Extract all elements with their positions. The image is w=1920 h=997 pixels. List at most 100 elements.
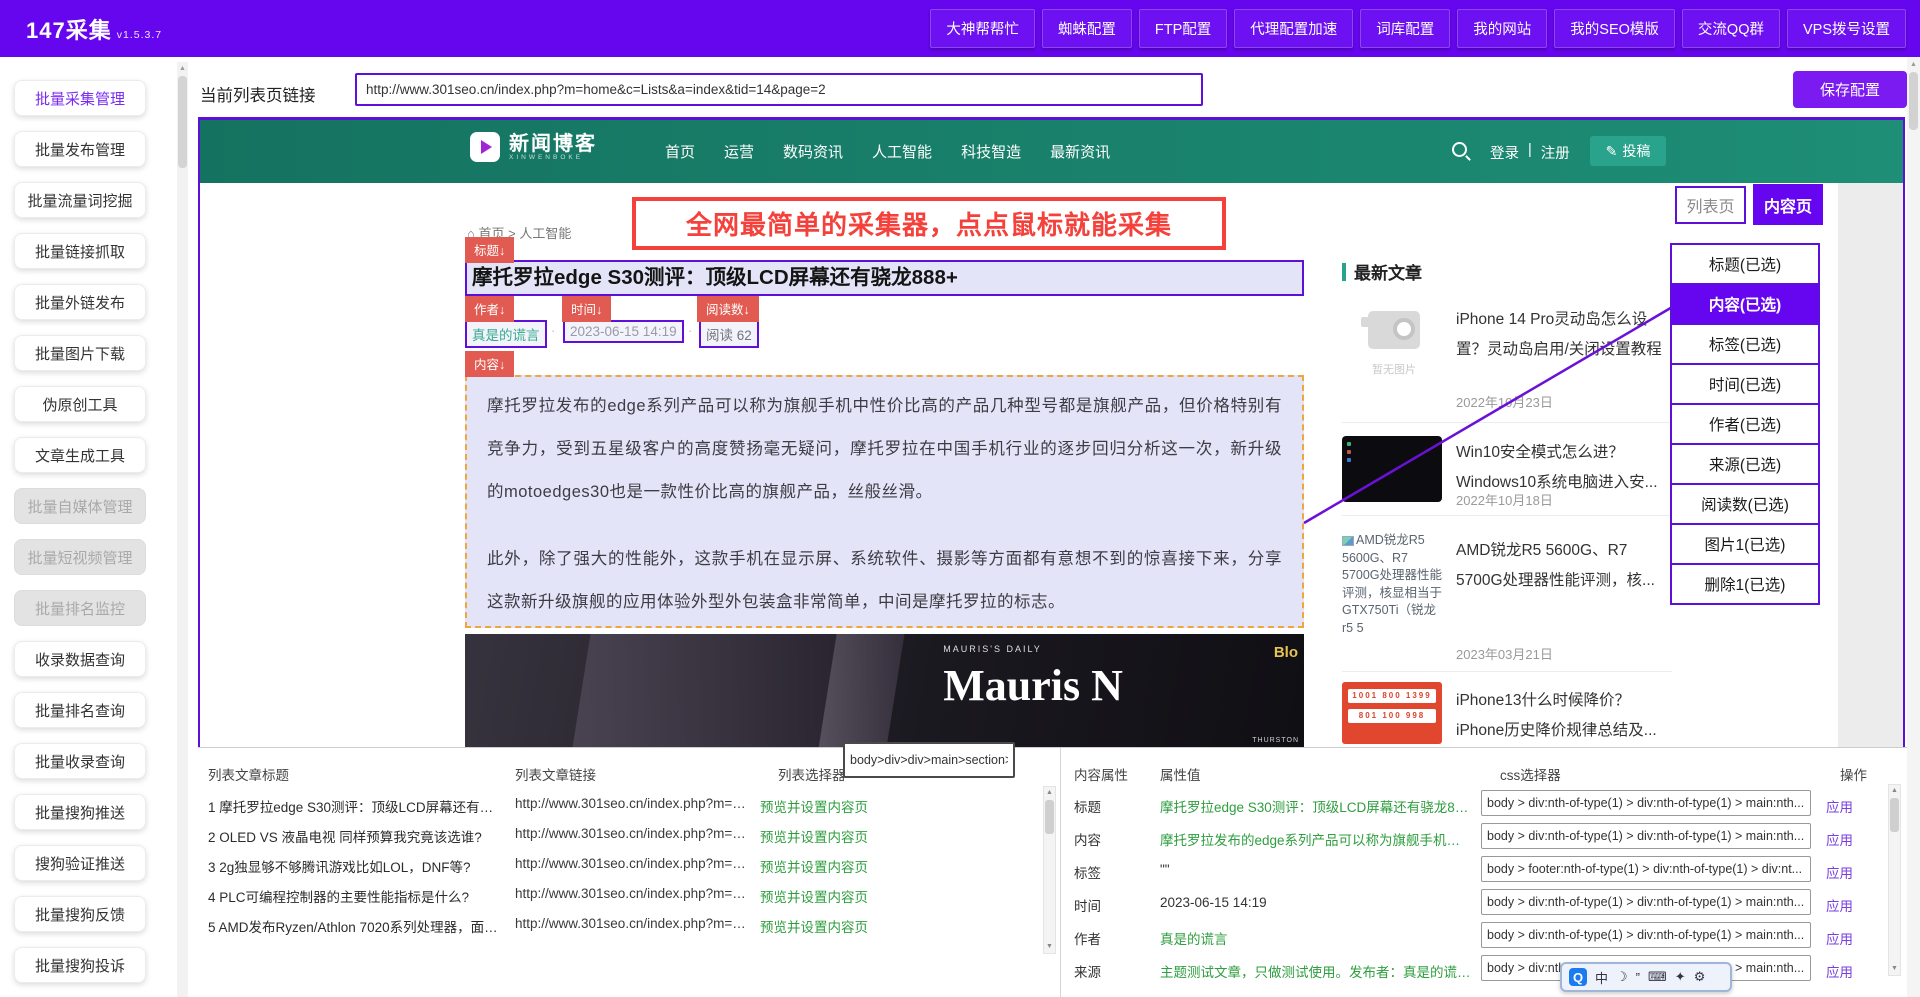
preview-set-content-link[interactable]: 预览并设置内容页 [760, 796, 868, 816]
scroll-up-icon[interactable]: ▲ [1889, 785, 1900, 797]
latest-item-title[interactable]: AMD锐龙R5 5600G、R7 5700G处理器性能评测，核... [1456, 536, 1664, 596]
latest-item-title[interactable]: Win10安全模式怎么进？Windows10系统电脑进入安... [1456, 438, 1664, 498]
sidebar-item-index-data-query[interactable]: 收录数据查询 [14, 641, 146, 677]
latest-item-thumbnail[interactable] [1342, 436, 1442, 502]
topnav-vps-dial[interactable]: VPS拨号设置 [1787, 9, 1906, 48]
sidebar-item-index-query[interactable]: 批量收录查询 [14, 743, 146, 779]
preview-set-content-link[interactable]: 预览并设置内容页 [760, 826, 868, 846]
site-logo[interactable]: 新闻博客 XINWENBOKE [470, 132, 597, 162]
scroll-down-icon[interactable]: ▼ [1044, 941, 1055, 953]
apply-button[interactable]: 应用 [1826, 895, 1853, 915]
latest-item-title[interactable]: iPhone 14 Pro灵动岛怎么设置？灵动岛启用/关闭设置教程 [1456, 305, 1664, 365]
scrollbar-thumb[interactable] [1890, 798, 1899, 832]
breadcrumb-category[interactable]: 人工智能 [519, 226, 571, 241]
topnav-ftp-config[interactable]: FTP配置 [1139, 9, 1227, 48]
tab-list-page[interactable]: 列表页 [1675, 186, 1746, 224]
apply-button[interactable]: 应用 [1826, 862, 1853, 882]
sidebar-item-image-download[interactable]: 批量图片下载 [14, 335, 146, 371]
sidebar-item-rank-query[interactable]: 批量排名查询 [14, 692, 146, 728]
selector-author-button[interactable]: 作者(已选) [1670, 403, 1820, 445]
topnav-lexicon-config[interactable]: 词库配置 [1360, 9, 1450, 48]
scroll-up-icon[interactable]: ▲ [177, 62, 188, 72]
apply-button[interactable]: 应用 [1826, 796, 1853, 816]
css-selector-input[interactable] [1481, 856, 1811, 882]
sidebar-item-batch-collect[interactable]: 批量采集管理 [14, 80, 146, 116]
preview-set-content-link[interactable]: 预览并设置内容页 [760, 916, 868, 936]
article-content-selection[interactable]: 摩托罗拉发布的edge系列产品可以称为旗舰手机中性价比高的产品几种型号都是旗舰产… [465, 375, 1304, 628]
article-title-selection[interactable]: 摩托罗拉edge S30测评：顶级LCD屏幕还有骁龙888+ [465, 260, 1304, 296]
reads-field-tag[interactable]: 阅读数↓ [697, 296, 759, 322]
ime-logo-icon[interactable]: Q [1569, 968, 1587, 986]
sidebar-item-sogou-complaint[interactable]: 批量搜狗投诉 [14, 947, 146, 983]
search-icon[interactable] [1452, 142, 1467, 157]
list-row-link[interactable]: http://www.301seo.cn/index.php?m=home&c=… [515, 856, 753, 871]
sidebar-scrollbar[interactable]: ▲ [177, 62, 188, 997]
selector-title-button[interactable]: 标题(已选) [1670, 243, 1820, 285]
topnav-my-sites[interactable]: 我的网站 [1457, 9, 1547, 48]
sidebar-item-sogou-feedback[interactable]: 批量搜狗反馈 [14, 896, 146, 932]
list-url-input[interactable] [355, 73, 1203, 106]
selector-tags-button[interactable]: 标签(已选) [1670, 323, 1820, 365]
topnav-qq-group[interactable]: 交流QQ群 [1682, 9, 1780, 48]
sidebar-item-keyword-mining[interactable]: 批量流量词挖掘 [14, 182, 146, 218]
apply-button[interactable]: 应用 [1826, 829, 1853, 849]
preview-set-content-link[interactable]: 预览并设置内容页 [760, 886, 868, 906]
sidebar-item-sogou-push[interactable]: 批量搜狗推送 [14, 794, 146, 830]
login-link[interactable]: 登录 [1490, 142, 1519, 163]
selector-content-button[interactable]: 内容(已选) [1670, 283, 1820, 325]
scrollbar-thumb[interactable] [1909, 72, 1918, 130]
css-selector-input[interactable] [1481, 922, 1811, 948]
list-row-link[interactable]: http://www.301seo.cn/index.php?m=home&c=… [515, 826, 753, 841]
ime-moon-icon[interactable]: ☽ [1616, 969, 1628, 985]
site-nav-tech[interactable]: 科技智造 [961, 141, 1021, 162]
list-table-scrollbar[interactable]: ▲ ▼ [1043, 786, 1056, 954]
ime-keyboard-icon[interactable]: ⌨ [1648, 969, 1667, 985]
list-row-link[interactable]: http://www.301seo.cn/index.php?m=home&c=… [515, 796, 753, 811]
selector-source-button[interactable]: 来源(已选) [1670, 443, 1820, 485]
topnav-proxy-config[interactable]: 代理配置加速 [1234, 9, 1353, 48]
site-nav-operation[interactable]: 运营 [724, 141, 754, 162]
topnav-spider-config[interactable]: 蜘蛛配置 [1042, 9, 1132, 48]
site-nav-digital[interactable]: 数码资讯 [783, 141, 843, 162]
scrollbar-thumb[interactable] [1045, 800, 1054, 834]
author-field-tag[interactable]: 作者↓ [465, 296, 514, 322]
title-field-tag[interactable]: 标题↓ [465, 237, 514, 263]
topnav-seo-templates[interactable]: 我的SEO模版 [1554, 9, 1675, 48]
sidebar-item-batch-publish[interactable]: 批量发布管理 [14, 131, 146, 167]
tab-content-page[interactable]: 内容页 [1753, 184, 1823, 225]
scroll-up-icon[interactable]: ▲ [1044, 787, 1055, 799]
topnav-help[interactable]: 大神帮帮忙 [930, 9, 1035, 48]
sidebar-item-article-generator[interactable]: 文章生成工具 [14, 437, 146, 473]
site-nav-latest[interactable]: 最新资讯 [1050, 141, 1110, 162]
window-scrollbar[interactable]: ▲ [1907, 57, 1920, 997]
selector-image1-button[interactable]: 图片1(已选) [1670, 523, 1820, 565]
scroll-down-icon[interactable]: ▼ [1889, 963, 1900, 975]
latest-item-thumbnail[interactable]: 1001 800 1399 801 100 998 [1342, 682, 1442, 744]
css-selector-input[interactable] [1481, 889, 1811, 915]
list-selector-input[interactable] [843, 742, 1015, 778]
time-field-tag[interactable]: 时间↓ [562, 296, 611, 322]
site-nav-home[interactable]: 首页 [665, 141, 695, 162]
sidebar-item-sogou-verify-push[interactable]: 搜狗验证推送 [14, 845, 146, 881]
apply-button[interactable]: 应用 [1826, 961, 1853, 981]
ime-chinese-mode-icon[interactable]: 中 [1595, 968, 1608, 987]
content-table-scrollbar[interactable]: ▲ ▼ [1888, 784, 1901, 976]
sidebar-item-link-grab[interactable]: 批量链接抓取 [14, 233, 146, 269]
selector-delete1-button[interactable]: 删除1(已选) [1670, 563, 1820, 605]
scroll-up-icon[interactable]: ▲ [1907, 57, 1920, 68]
article-time-selection[interactable]: 2023-06-15 14:19 [563, 320, 684, 343]
latest-item-title[interactable]: iPhone13什么时候降价？iPhone历史降价规律总结及... [1456, 686, 1664, 746]
article-reads-selection[interactable]: 阅读 62 [699, 320, 759, 348]
sidebar-item-backlink-publish[interactable]: 批量外链发布 [14, 284, 146, 320]
scrollbar-thumb[interactable] [178, 76, 187, 168]
content-field-tag[interactable]: 内容↓ [465, 351, 514, 377]
register-link[interactable]: 注册 [1541, 142, 1570, 163]
ime-settings-icon[interactable]: ⚙ [1694, 969, 1706, 985]
ime-skin-icon[interactable]: ✦ [1675, 969, 1686, 985]
submit-post-button[interactable]: ✎ 投稿 [1590, 136, 1666, 166]
article-author-selection[interactable]: 真是的谎言 [465, 320, 547, 348]
site-nav-ai[interactable]: 人工智能 [872, 141, 932, 162]
list-row-link[interactable]: http://www.301seo.cn/index.php?m=home&c=… [515, 916, 753, 931]
selector-time-button[interactable]: 时间(已选) [1670, 363, 1820, 405]
css-selector-input[interactable] [1481, 823, 1811, 849]
